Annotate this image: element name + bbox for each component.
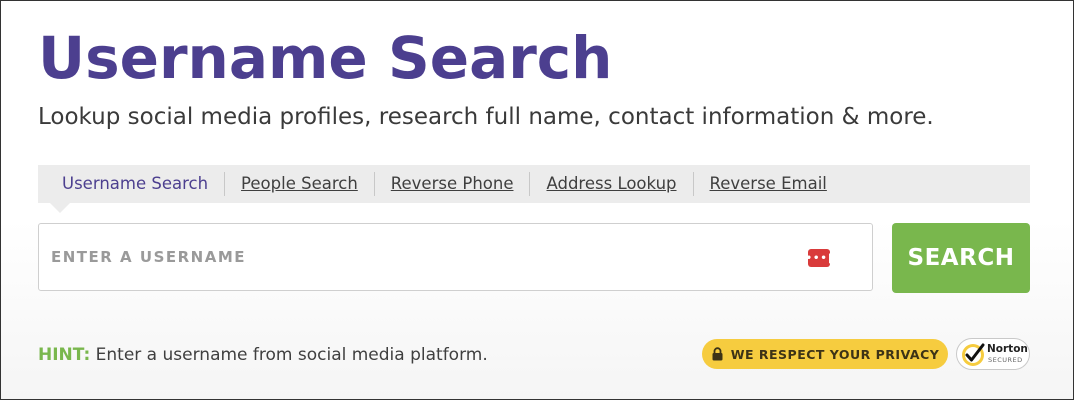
norton-name: Norton: [987, 343, 1028, 355]
search-box: •••|: [38, 223, 873, 291]
page-frame: Username Search Lookup social media prof…: [0, 0, 1074, 400]
norton-checkmark-icon: [962, 343, 985, 366]
username-input[interactable]: [39, 224, 799, 290]
hint-label: HINT:: [38, 345, 91, 365]
tab-username-search[interactable]: Username Search: [38, 172, 224, 196]
privacy-badge: WE RESPECT YOUR PRIVACY: [702, 339, 948, 369]
norton-secured-badge: Norton SECURED: [956, 338, 1030, 370]
privacy-text: WE RESPECT YOUR PRIVACY: [730, 346, 940, 362]
search-button[interactable]: SEARCH: [892, 223, 1030, 293]
active-tab-pointer: [50, 203, 70, 213]
tab-reverse-phone[interactable]: Reverse Phone: [373, 172, 530, 196]
page-subtitle: Lookup social media profiles, research f…: [38, 104, 934, 130]
password-dots-icon[interactable]: •••|: [806, 249, 831, 267]
tab-people-search[interactable]: People Search: [224, 172, 374, 196]
tab-address-lookup[interactable]: Address Lookup: [529, 172, 692, 196]
search-type-tabs: Username Search People Search Reverse Ph…: [38, 165, 1030, 203]
norton-secured-text: SECURED: [988, 356, 1023, 364]
hint-text: Enter a username from social media platf…: [90, 345, 488, 365]
page-title: Username Search: [38, 24, 613, 92]
hint: HINT: Enter a username from social media…: [38, 343, 488, 367]
lock-icon: [712, 347, 723, 361]
tab-reverse-email[interactable]: Reverse Email: [692, 172, 843, 196]
